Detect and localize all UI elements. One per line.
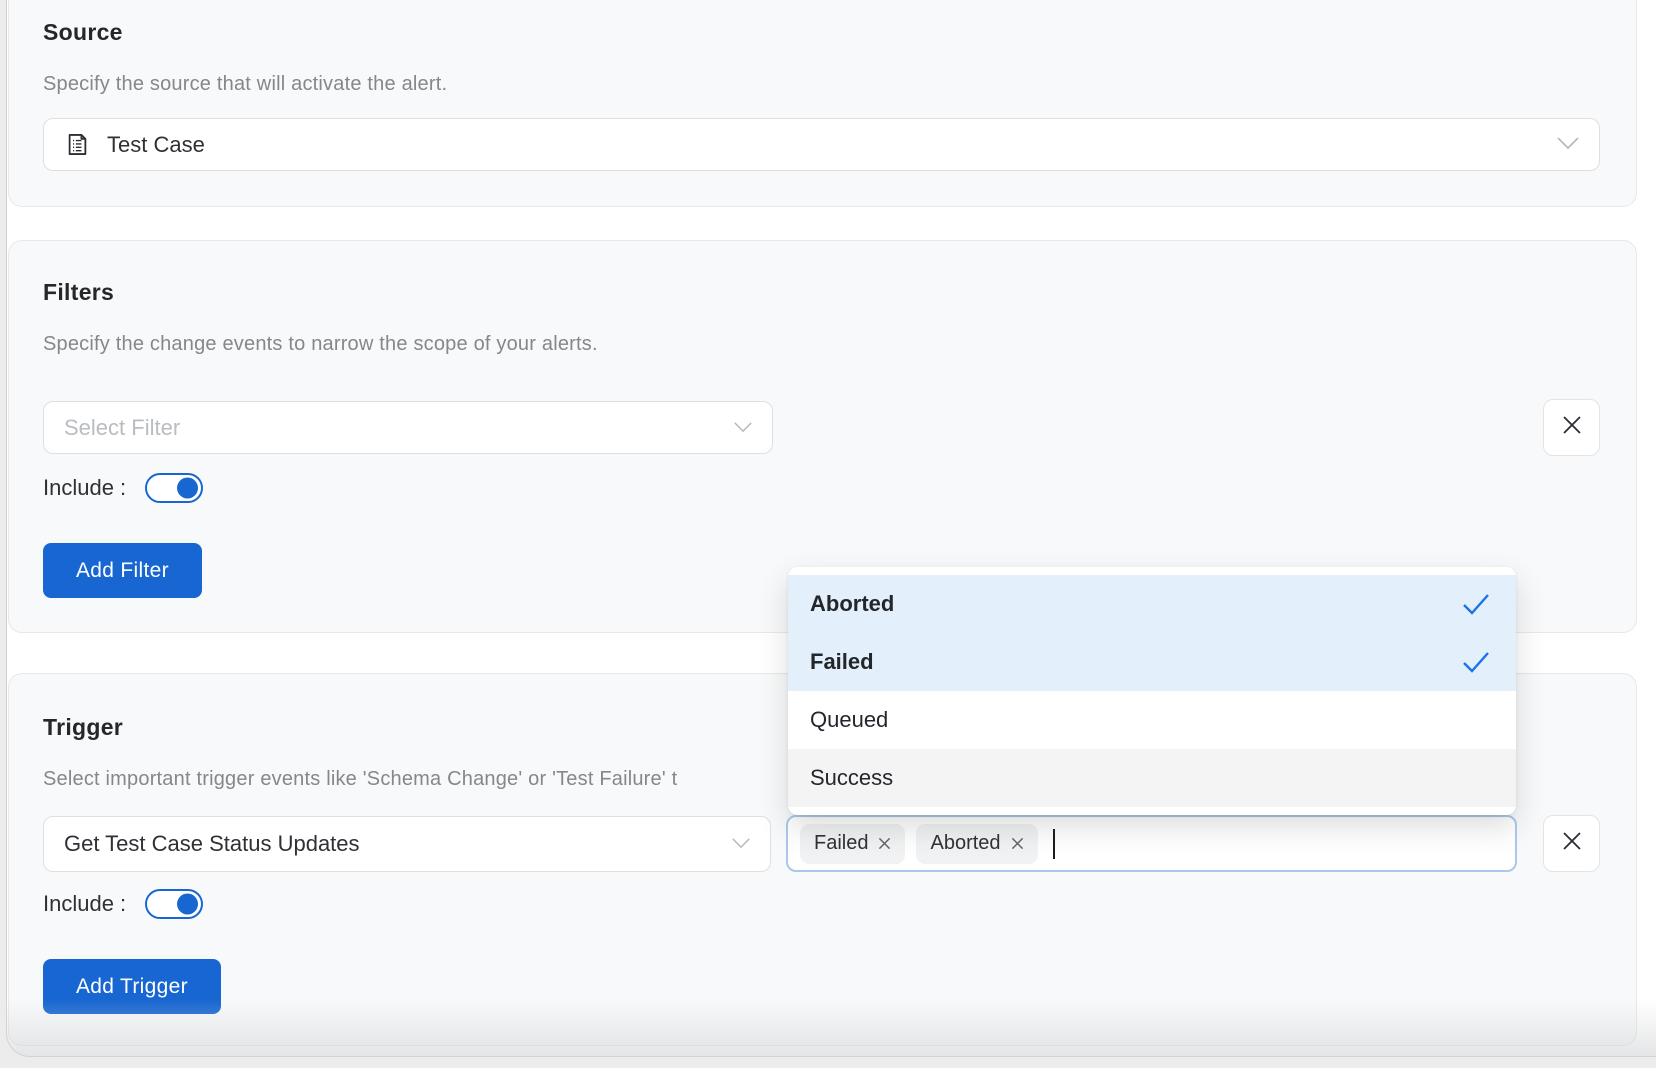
source-select[interactable]: Test Case: [43, 118, 1600, 171]
remove-tag-icon[interactable]: [878, 837, 891, 850]
source-select-value: Test Case: [107, 132, 205, 158]
include-label: Include :: [43, 475, 126, 501]
tag-label: Failed: [814, 832, 868, 855]
trigger-select[interactable]: Get Test Case Status Updates: [43, 816, 771, 872]
trigger-include-toggle[interactable]: [145, 889, 203, 919]
add-filter-button[interactable]: Add Filter: [43, 543, 202, 598]
toggle-knob: [177, 478, 198, 499]
status-multiselect-input[interactable]: Failed Aborted: [786, 815, 1517, 872]
source-section: Source Specify the source that will acti…: [8, 0, 1637, 207]
filters-title: Filters: [43, 279, 1600, 306]
filter-include-toggle[interactable]: [145, 473, 203, 503]
option-aborted[interactable]: Aborted: [788, 575, 1516, 633]
close-icon: [1560, 829, 1584, 858]
source-description: Specify the source that will activate th…: [43, 73, 1600, 96]
chevron-down-icon: [732, 835, 750, 853]
tag-failed: Failed: [800, 824, 905, 864]
test-case-document-icon: [64, 131, 91, 158]
filter-select-placeholder: Select Filter: [64, 415, 180, 441]
status-options-dropdown: Aborted Failed Queued Success: [788, 567, 1516, 815]
option-failed[interactable]: Failed: [788, 633, 1516, 691]
source-title: Source: [43, 19, 1600, 46]
text-cursor: [1053, 829, 1055, 859]
option-success[interactable]: Success: [788, 749, 1516, 807]
remove-filter-button[interactable]: [1543, 399, 1600, 456]
check-icon: [1462, 593, 1490, 615]
chevron-down-icon: [1557, 136, 1579, 154]
option-queued[interactable]: Queued: [788, 691, 1516, 749]
remove-trigger-button[interactable]: [1543, 815, 1600, 872]
trigger-select-value: Get Test Case Status Updates: [64, 831, 360, 857]
toggle-knob: [177, 894, 198, 915]
chevron-down-icon: [734, 419, 752, 437]
filter-select[interactable]: Select Filter: [43, 401, 773, 454]
check-icon: [1462, 651, 1490, 673]
add-trigger-button[interactable]: Add Trigger: [43, 959, 221, 1014]
close-icon: [1560, 413, 1584, 442]
remove-tag-icon[interactable]: [1011, 837, 1024, 850]
tag-aborted: Aborted: [916, 824, 1037, 864]
filters-description: Specify the change events to narrow the …: [43, 333, 1600, 356]
include-label: Include :: [43, 891, 126, 917]
tag-label: Aborted: [930, 832, 1000, 855]
